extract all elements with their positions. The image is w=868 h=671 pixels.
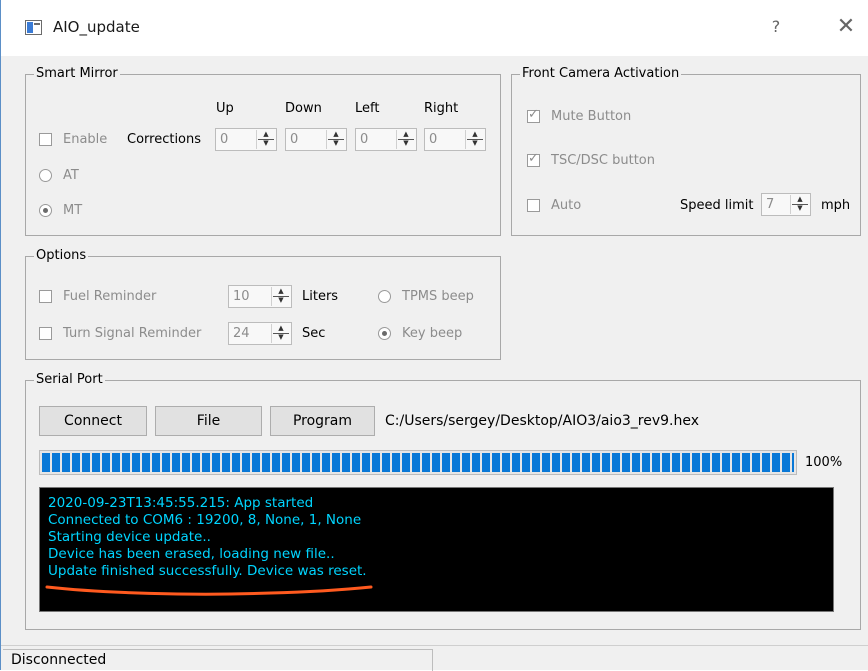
mt-label: MT xyxy=(63,203,83,218)
help-button[interactable]: ? xyxy=(761,12,791,42)
mute-button-label: Mute Button xyxy=(551,109,632,124)
spin-up-icon[interactable]: ▲ xyxy=(274,324,288,333)
main-window: AIO_update ? ✕ Smart Mirror Up Down Left… xyxy=(0,0,868,671)
tsc-dsc-label: TSC/DSC button xyxy=(551,153,655,168)
app-icon xyxy=(25,20,42,35)
tsc-dsc-checkbox[interactable] xyxy=(527,151,540,167)
fuel-reminder-spinbox[interactable]: 10 ▲ ▼ xyxy=(228,285,292,308)
right-label: Right xyxy=(424,101,459,116)
turn-signal-spinbox[interactable]: 24 ▲ ▼ xyxy=(228,322,292,345)
status-bar: Disconnected xyxy=(1,645,868,671)
log-line: Connected to COM6 : 19200, 8, None, 1, N… xyxy=(48,512,362,528)
progress-fill xyxy=(42,453,794,472)
log-line: 2020-09-23T13:45:55.215: App started xyxy=(48,495,314,511)
options-title: Options xyxy=(34,248,89,263)
close-button[interactable]: ✕ xyxy=(831,12,861,42)
left-value: 0 xyxy=(360,132,369,147)
progress-bar xyxy=(39,450,797,475)
spin-down-icon[interactable]: ▼ xyxy=(274,333,288,342)
spin-up-icon[interactable]: ▲ xyxy=(274,287,288,296)
enable-checkbox[interactable] xyxy=(39,133,52,146)
spin-down-icon[interactable]: ▼ xyxy=(468,139,482,148)
corrections-label: Corrections xyxy=(127,132,202,147)
tpms-beep-radio[interactable] xyxy=(378,290,391,303)
spin-up-icon[interactable]: ▲ xyxy=(399,130,413,139)
spin-down-icon[interactable]: ▼ xyxy=(399,139,413,148)
right-value: 0 xyxy=(429,132,438,147)
at-label: AT xyxy=(63,168,79,183)
fuel-unit-label: Liters xyxy=(302,289,339,304)
spin-up-icon[interactable]: ▲ xyxy=(259,130,273,139)
down-spinbox[interactable]: 0 ▲ ▼ xyxy=(285,128,347,151)
key-beep-label: Key beep xyxy=(402,326,463,341)
key-beep-radio[interactable] xyxy=(378,327,391,340)
turn-signal-value: 24 xyxy=(233,326,250,341)
window-title: AIO_update xyxy=(53,18,140,36)
turn-unit-label: Sec xyxy=(302,326,326,341)
up-label: Up xyxy=(216,101,234,116)
title-bar: AIO_update ? ✕ xyxy=(1,0,868,56)
smart-mirror-title: Smart Mirror xyxy=(34,66,120,81)
spin-down-icon[interactable]: ▼ xyxy=(274,296,288,305)
tpms-beep-label: TPMS beep xyxy=(402,289,474,304)
enable-label: Enable xyxy=(63,132,108,147)
fuel-reminder-checkbox[interactable] xyxy=(39,290,52,303)
speed-unit-label: mph xyxy=(821,198,851,213)
log-line: Device has been erased, loading new file… xyxy=(48,546,335,562)
program-button[interactable]: Program xyxy=(270,406,375,436)
smart-mirror-group: Smart Mirror xyxy=(25,66,501,236)
spin-up-icon[interactable]: ▲ xyxy=(468,130,482,139)
right-spinbox[interactable]: 0 ▲ ▼ xyxy=(424,128,486,151)
fuel-reminder-value: 10 xyxy=(233,289,250,304)
progress-percent-label: 100% xyxy=(805,455,843,470)
speed-limit-value: 7 xyxy=(766,197,775,212)
log-line: Update finished successfully. Device was… xyxy=(48,563,367,579)
file-path-label: C:/Users/sergey/Desktop/AIO3/aio3_rev9.h… xyxy=(385,413,700,429)
speed-limit-label: Speed limit xyxy=(680,198,754,213)
spin-down-icon[interactable]: ▼ xyxy=(329,139,343,148)
spin-down-icon[interactable]: ▼ xyxy=(259,139,273,148)
spin-up-icon[interactable]: ▲ xyxy=(793,195,807,204)
fuel-reminder-label: Fuel Reminder xyxy=(63,289,157,304)
spin-up-icon[interactable]: ▲ xyxy=(329,130,343,139)
up-value: 0 xyxy=(220,132,229,147)
speed-limit-spinbox[interactable]: 7 ▲ ▼ xyxy=(761,193,811,216)
auto-label: Auto xyxy=(551,198,582,213)
down-label: Down xyxy=(285,101,322,116)
status-text: Disconnected xyxy=(3,649,433,671)
file-button[interactable]: File xyxy=(155,406,262,436)
underline-annotation xyxy=(45,585,373,596)
log-line: Starting device update.. xyxy=(48,529,211,545)
left-label: Left xyxy=(355,101,380,116)
turn-signal-label: Turn Signal Reminder xyxy=(63,326,202,341)
connect-button[interactable]: Connect xyxy=(39,406,147,436)
front-camera-title: Front Camera Activation xyxy=(520,66,682,81)
up-spinbox[interactable]: 0 ▲ ▼ xyxy=(215,128,277,151)
spin-down-icon[interactable]: ▼ xyxy=(793,204,807,213)
serial-port-title: Serial Port xyxy=(34,372,105,387)
mt-radio[interactable] xyxy=(39,204,52,217)
turn-signal-checkbox[interactable] xyxy=(39,327,52,340)
down-value: 0 xyxy=(290,132,299,147)
left-spinbox[interactable]: 0 ▲ ▼ xyxy=(355,128,417,151)
mute-button-checkbox[interactable] xyxy=(527,107,540,123)
at-radio[interactable] xyxy=(39,169,52,182)
auto-checkbox[interactable] xyxy=(527,199,540,212)
